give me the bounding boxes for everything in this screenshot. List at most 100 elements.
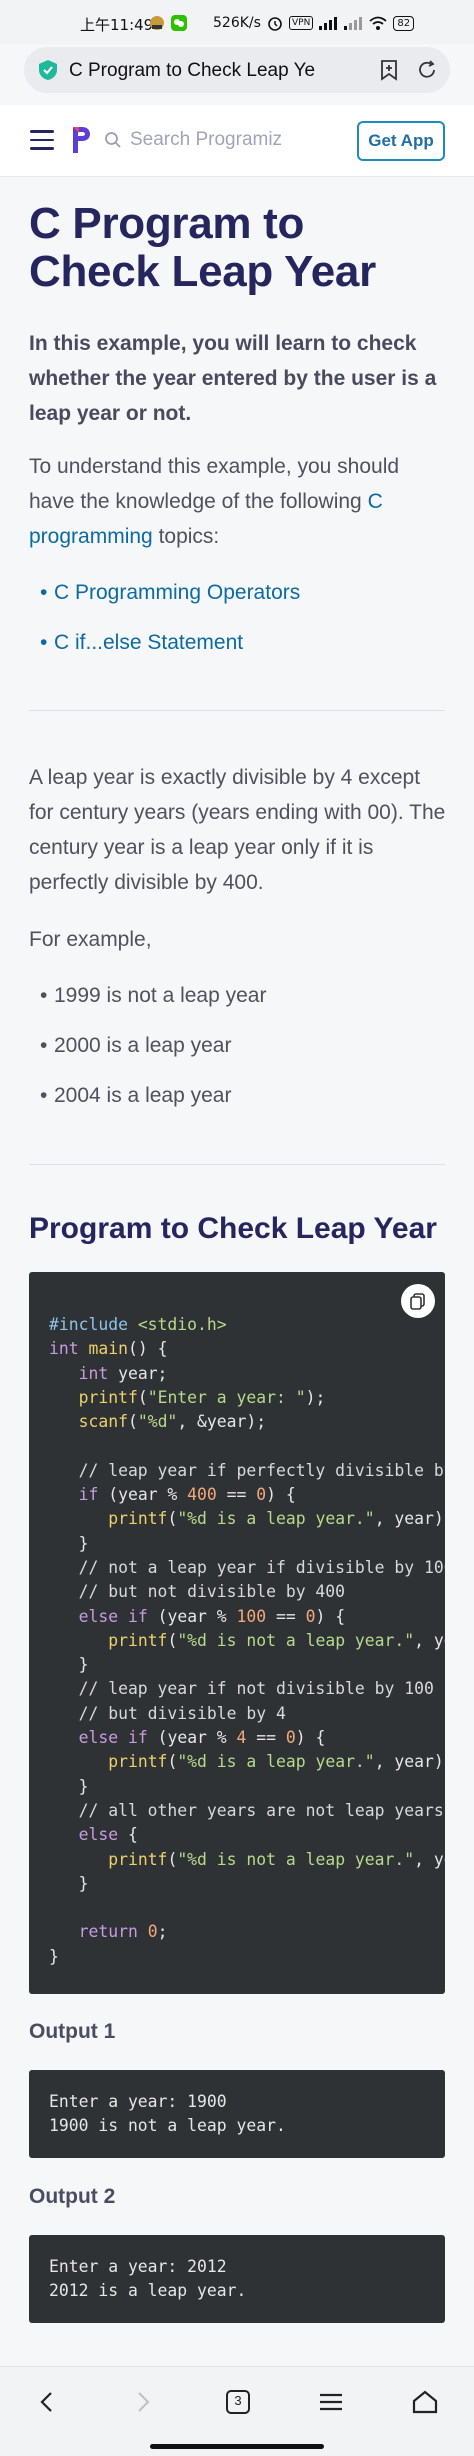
code-token: ( [167,1630,178,1650]
programiz-logo-icon[interactable] [70,125,92,155]
code-token: // leap year if perfectly divisible by 4… [78,1460,445,1480]
output-line: Enter a year: 2012 [49,2257,227,2276]
code-token: ( [137,1387,148,1407]
code-token: { [118,1825,138,1845]
network-speed: 526K/s [213,15,261,31]
code-token: , &year); [177,1412,267,1432]
copy-code-button[interactable] [401,1284,435,1318]
topic-link-if-else[interactable]: C if...else Statement [54,628,243,658]
code-token: <stdio.h> [137,1315,227,1334]
battery-indicator: 82 [393,15,415,31]
browser-bottom-nav: 3 [0,2366,474,2456]
home-indicator[interactable] [150,2444,324,2449]
code-line: scanf("%d", &year); [49,1410,445,1434]
status-system-icons: VPN 82 [266,14,415,32]
section-divider [29,710,445,711]
code-line: } [49,1775,445,1799]
code-line: // but divisible by 4 [49,1702,445,1726]
refresh-icon[interactable] [416,59,438,81]
code-token: ) { [266,1485,296,1505]
code-token: main [88,1339,128,1359]
alarm-icon [268,17,282,31]
secure-shield-icon [39,60,57,80]
menu-hamburger-icon[interactable] [30,130,54,150]
code-token: return [78,1922,138,1942]
intro-paragraph: In this example, you will learn to check… [29,332,437,425]
code-token: "%d is not a leap year." [177,1630,415,1650]
code-line: int year; [49,1362,445,1386]
code-line: printf("%d is not a leap year.", year); [49,1848,445,1872]
code-token: ( [167,1752,178,1772]
wifi-icon [369,16,387,30]
output-2-heading: Output 2 [29,2185,116,2208]
list-item: • C Programming Operators [40,578,440,628]
code-line: #include <stdio.h> [49,1313,445,1337]
code-line: else if (year % 100 == 0) { [49,1605,445,1629]
code-token: // but divisible by 4 [49,1703,286,1723]
code-token: ; [157,1922,168,1942]
code-token: ) { [295,1728,326,1748]
code-token: ( [167,1509,178,1529]
search-input[interactable]: Search Programiz [130,129,282,151]
browser-address-bar[interactable]: C Program to Check Leap Ye [24,47,450,93]
output-line: 2012 is a leap year. [49,2281,247,2301]
code-token: year; [108,1363,168,1383]
menu-icon[interactable] [316,2387,346,2417]
code-token: else [78,1825,119,1845]
code-token: "Enter a year: " [147,1387,306,1407]
prerequisite-topics-list: • C Programming Operators • C if...else St… [40,578,440,678]
code-token: "%d is not a leap year." [177,1849,415,1869]
code-token: 100 [236,1606,267,1626]
code-token: == [266,1606,306,1626]
code-token: int [49,1339,79,1359]
output-line: Enter a year: 1900 [49,2092,227,2111]
code-token: printf [108,1630,168,1650]
leap-year-explanation: A leap year is exactly divisible by 4 ex… [29,766,446,894]
code-token: else [78,1606,119,1626]
copy-icon [410,1293,425,1310]
code-token: printf [108,1752,168,1772]
code-line: else { [49,1823,445,1847]
topic-link-operators[interactable]: C Programming Operators [54,578,300,608]
code-token: "%d is a leap year." [177,1509,375,1529]
code-token: 0 [256,1485,267,1505]
code-token: 0 [285,1728,296,1748]
forward-icon[interactable] [128,2387,158,2417]
status-time: 上午11:49 [80,16,154,34]
code-token: , year); [414,1849,445,1869]
page-title: C Program to Check Leap Year [29,200,449,296]
code-token: ( [127,1412,138,1432]
code-token: (year % [147,1728,237,1748]
code-token: scanf [78,1412,128,1432]
code-token: ( [167,1849,178,1869]
code-token: printf [108,1849,168,1869]
bookmark-add-icon[interactable] [378,59,400,81]
list-item: • 2000 is a leap year [40,1034,232,1057]
code-token: printf [78,1387,138,1407]
get-app-button[interactable]: Get App [357,121,445,161]
code-line: } [49,1653,445,1677]
vpn-badge: VPN [289,16,314,30]
search-box[interactable]: Search Programiz [104,129,282,151]
code-token: (year % [147,1606,237,1626]
code-token: } [49,1655,89,1675]
home-icon[interactable] [410,2387,440,2417]
tabs-button[interactable]: 3 [223,2387,253,2417]
back-icon[interactable] [32,2387,62,2417]
code-token: } [49,1533,89,1553]
code-token: } [49,1873,89,1893]
code-token: } [49,1946,59,1966]
code-token: else [78,1728,119,1748]
code-line: return 0; [49,1920,445,1944]
search-icon [105,132,121,148]
cellular-signal-2-icon [344,17,363,30]
